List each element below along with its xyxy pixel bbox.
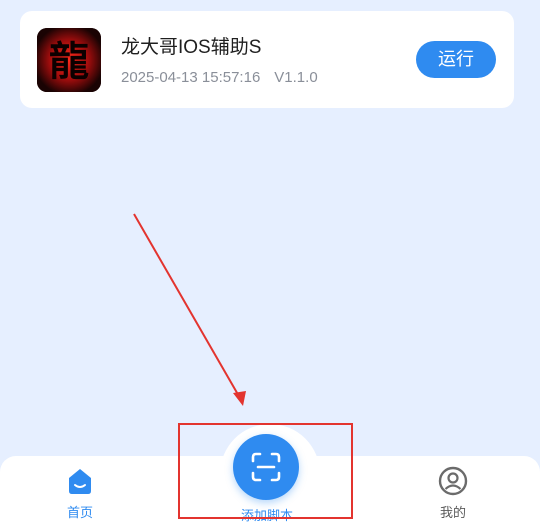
- tab-home-label: 首页: [66, 505, 93, 520]
- tab-mine-label: 我的: [439, 505, 466, 520]
- app-icon: 龍: [37, 28, 101, 92]
- scan-icon: [251, 452, 281, 482]
- home-icon: [69, 469, 91, 494]
- add-script-label[interactable]: 添加脚本: [215, 505, 319, 522]
- tab-home[interactable]: 首页: [25, 456, 135, 522]
- app-screen: 龍 龙大哥IOS辅助S 2025-04-13 15:57:16 V1.1.0 运行…: [0, 0, 540, 522]
- script-date: 2025-04-13 15:57:16: [121, 69, 261, 86]
- script-card[interactable]: 龍 龙大哥IOS辅助S 2025-04-13 15:57:16 V1.1.0 运行: [20, 11, 514, 108]
- script-version: V1.1.0: [274, 69, 318, 86]
- tab-mine[interactable]: 我的: [398, 456, 508, 522]
- user-profile-icon: [438, 466, 468, 496]
- add-script-button[interactable]: [233, 434, 299, 500]
- script-title: 龙大哥IOS辅助S: [121, 37, 262, 58]
- script-meta: 2025-04-13 15:57:16 V1.1.0: [121, 69, 318, 86]
- app-icon-glyph: 龍: [49, 38, 89, 85]
- run-button[interactable]: 运行: [416, 41, 496, 78]
